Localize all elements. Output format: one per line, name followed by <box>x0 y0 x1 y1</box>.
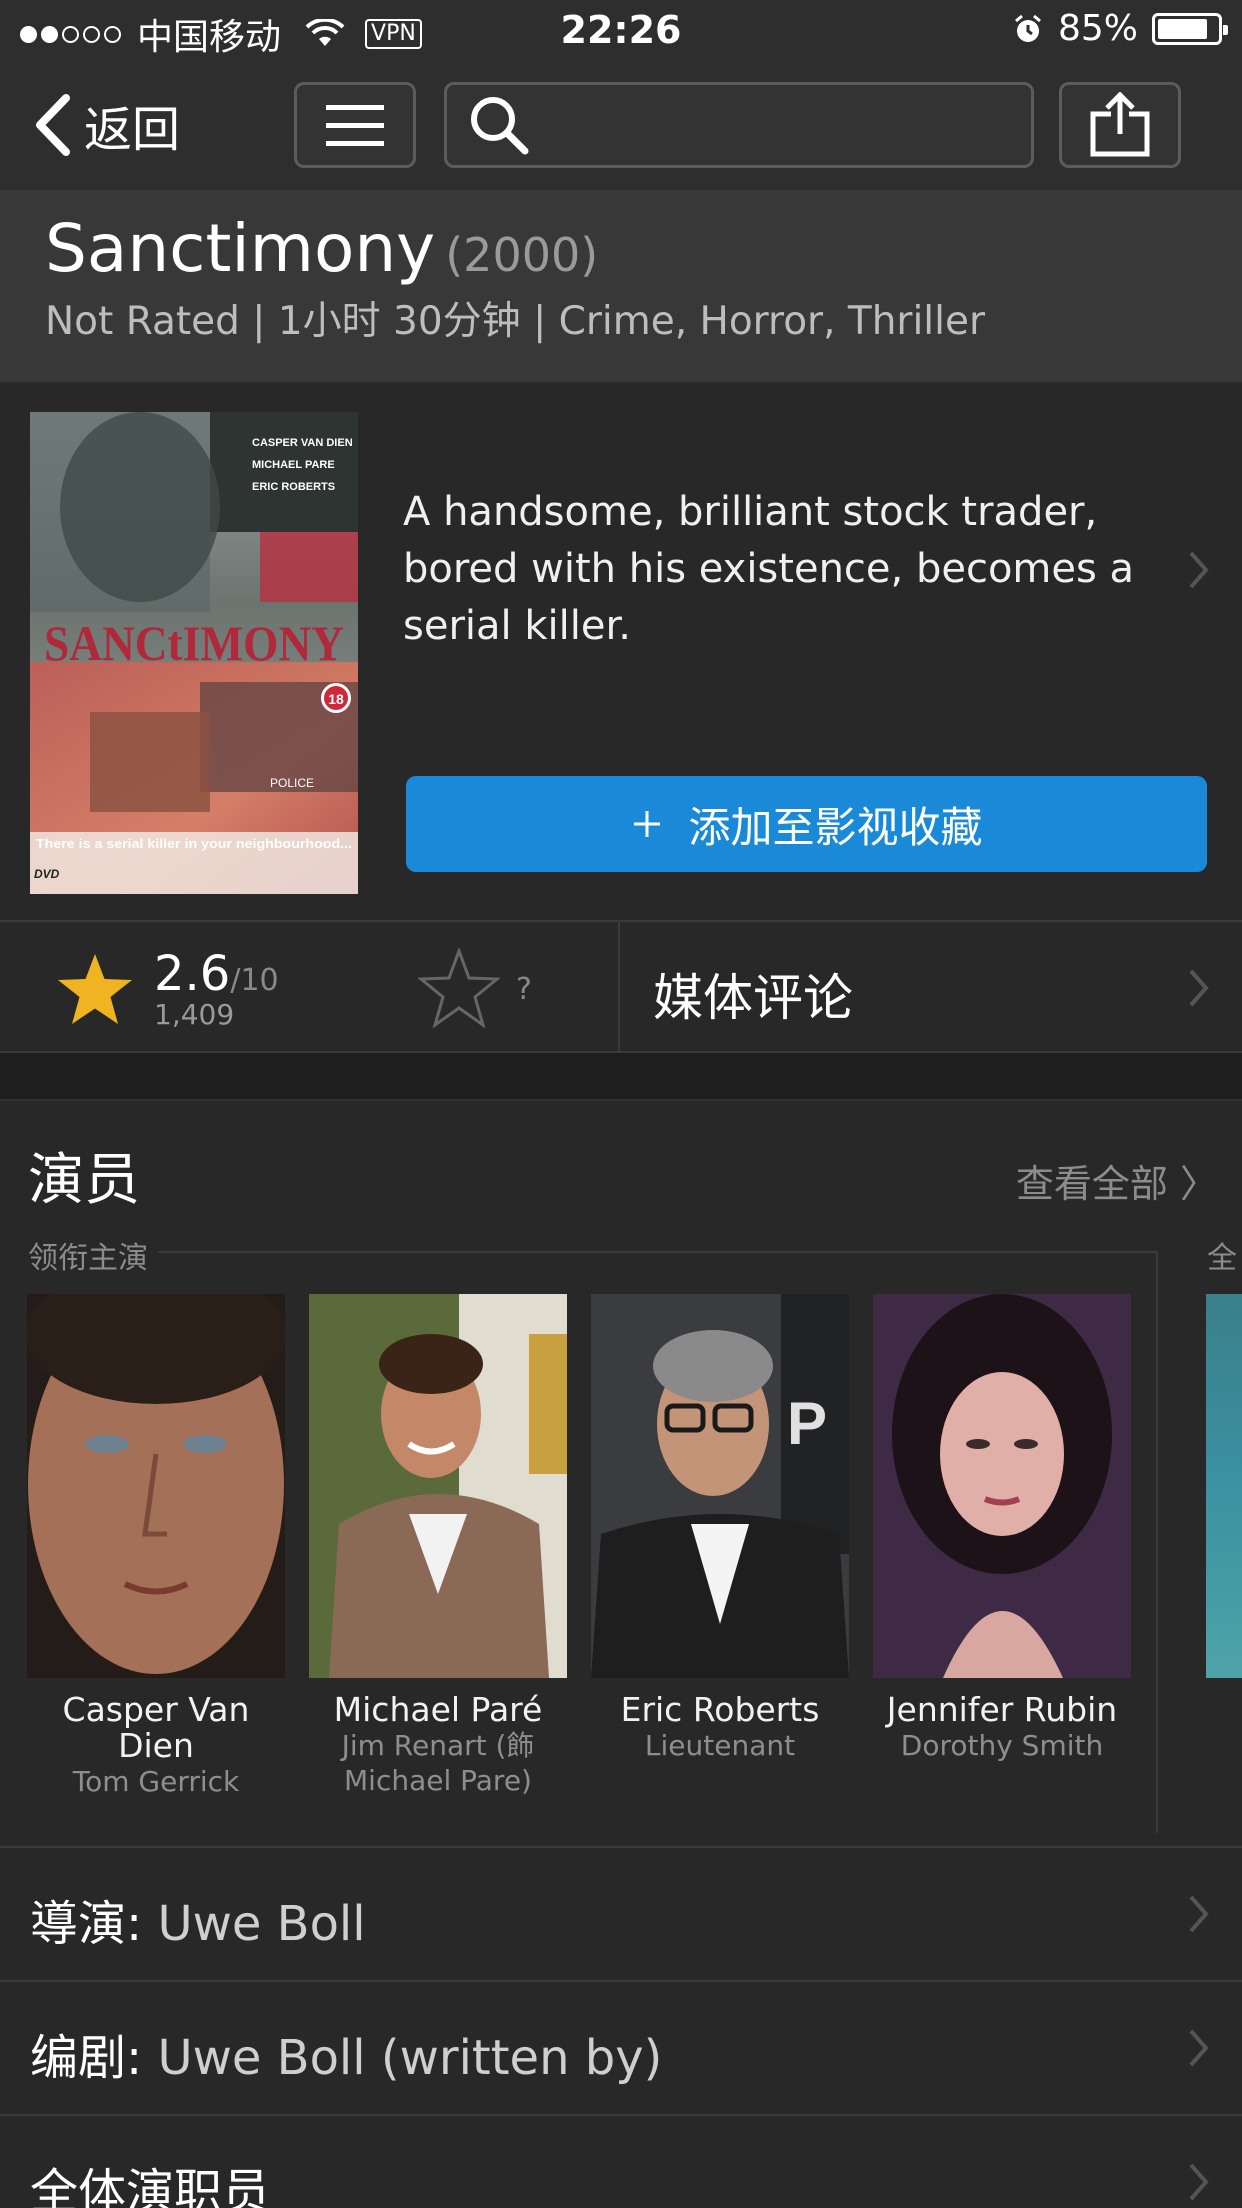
cast-section: 演员 查看全部 〉 领衔主演 全 Casper Van Dien Tom Ger… <box>0 1101 1242 1846</box>
poster-dvd-logo: DVD <box>34 867 60 881</box>
lead-group-divider <box>1156 1251 1158 1833</box>
chevron-right-icon <box>1189 1895 1209 1933</box>
poster-title: SANCtIMONY <box>44 615 344 671</box>
writer-row[interactable]: 编剧: Uwe Boll (written by) <box>0 1980 1242 2114</box>
user-rating-star-icon[interactable] <box>418 948 500 1028</box>
imdb-rating: 2.6/10 <box>154 946 279 1002</box>
rating-count: 1,409 <box>154 998 235 1031</box>
share-button[interactable] <box>1059 82 1181 168</box>
poster-police-text: POLICE <box>270 776 314 790</box>
rating-max: /10 <box>230 963 279 998</box>
overview-section: CASPER VAN DIEN MICHAEL PARE ERIC ROBERT… <box>0 384 1242 920</box>
director-name: Uwe Boll <box>157 1896 366 1952</box>
svg-text:P: P <box>787 1390 827 1457</box>
movie-title: Sanctimony <box>45 210 436 287</box>
actor-photo <box>873 1294 1131 1678</box>
search-input[interactable] <box>444 82 1034 168</box>
poster-tagline: There is a serial killer in your neighbo… <box>36 837 352 851</box>
star-filled-icon <box>58 954 132 1024</box>
cast-member[interactable]: Jennifer Rubin Dorothy Smith <box>873 1294 1131 1763</box>
writer-name: Uwe Boll (written by) <box>157 2030 663 2086</box>
navigation-bar: 返回 <box>0 62 1242 190</box>
poster-credit-1: CASPER VAN DIEN <box>252 437 353 449</box>
section-divider <box>0 1053 1242 1101</box>
poster-age-badge: 18 <box>328 691 344 707</box>
full-cast-row[interactable]: 全体演职员 <box>0 2114 1242 2208</box>
writer-label: 编剧: <box>30 2030 143 2086</box>
rating-panel: 2.6/10 1,409 ? <box>0 922 620 1053</box>
chevron-right-icon <box>1189 551 1209 589</box>
chevron-right-icon <box>1189 2163 1209 2201</box>
share-icon <box>1090 92 1150 157</box>
chevron-right-icon <box>1189 969 1209 1007</box>
actor-name: Jennifer Rubin <box>886 1690 1118 1729</box>
plot-summary[interactable]: A handsome, brilliant stock trader, bore… <box>403 484 1143 655</box>
poster-credit-3: ERIC ROBERTS <box>252 481 335 493</box>
rating-value: 2.6 <box>154 946 231 1002</box>
movie-title-line: Sanctimony (2000) <box>45 210 598 287</box>
lead-cast-label: 领衔主演 <box>28 1233 158 1277</box>
next-actor-photo[interactable] <box>1206 1294 1242 1678</box>
battery-percentage: 85% <box>1057 8 1138 49</box>
add-to-watchlist-button[interactable]: 添加至影视收藏 <box>406 776 1207 872</box>
alarm-icon <box>1015 14 1041 42</box>
hamburger-menu-icon <box>326 105 384 146</box>
actor-name: Casper Van Dien <box>62 1690 250 1765</box>
add-button-label: 添加至影视收藏 <box>688 802 983 852</box>
back-label: 返回 <box>84 102 181 158</box>
search-icon <box>471 97 529 155</box>
menu-button[interactable] <box>294 82 416 168</box>
cast-member[interactable]: P Eric Roberts Lieutenant <box>591 1294 849 1763</box>
movie-header: Sanctimony (2000) Not Rated | 1小时 30分钟 | … <box>0 190 1242 384</box>
plus-icon <box>634 811 661 837</box>
cast-member[interactable]: Michael Paré Jim Renart (飾 Michael Pare) <box>309 1294 567 1798</box>
user-rating-value: ? <box>516 972 532 1007</box>
cast-member[interactable]: Casper Van Dien Tom Gerrick <box>27 1294 285 1799</box>
chevron-right-icon <box>1189 2029 1209 2067</box>
director-row[interactable]: 導演: Uwe Boll <box>0 1846 1242 1980</box>
cast-heading: 演员 <box>28 1148 140 1213</box>
actor-name: Eric Roberts <box>620 1690 820 1729</box>
status-bar: 中国移动 VPN 22:26 85% <box>0 0 1242 62</box>
character-name: Dorothy Smith <box>900 1729 1104 1762</box>
actor-photo: P <box>591 1294 849 1678</box>
actor-photo <box>309 1294 567 1678</box>
next-group-label: 全 <box>1207 1241 1237 1276</box>
character-name: Tom Gerrick <box>72 1765 240 1798</box>
character-name: Lieutenant <box>644 1729 796 1762</box>
character-name: Jim Renart (飾 Michael Pare) <box>341 1729 535 1797</box>
rating-row: 2.6/10 1,409 ? 媒体评论 <box>0 920 1242 1053</box>
movie-meta: Not Rated | 1小时 30分钟 | Crime, Horror, Th… <box>45 299 985 344</box>
movie-poster[interactable]: CASPER VAN DIEN MICHAEL PARE ERIC ROBERT… <box>30 412 358 894</box>
lead-divider <box>28 1251 1156 1253</box>
media-reviews-link[interactable]: 媒体评论 <box>653 958 853 1030</box>
see-all-cast-link[interactable]: 查看全部 〉 <box>1016 1153 1218 1208</box>
chevron-left-icon <box>36 94 70 156</box>
poster-art: CASPER VAN DIEN MICHAEL PARE ERIC ROBERT… <box>30 412 358 894</box>
director-label: 導演: <box>30 1896 143 1952</box>
movie-year: (2000) <box>445 228 599 282</box>
back-button[interactable]: 返回 <box>30 90 180 160</box>
actor-photo <box>27 1294 285 1678</box>
battery-icon <box>1152 12 1228 45</box>
full-cast-label: 全体演职员 <box>30 2164 271 2208</box>
poster-credit-2: MICHAEL PARE <box>252 459 335 471</box>
actor-name: Michael Paré <box>333 1690 543 1729</box>
